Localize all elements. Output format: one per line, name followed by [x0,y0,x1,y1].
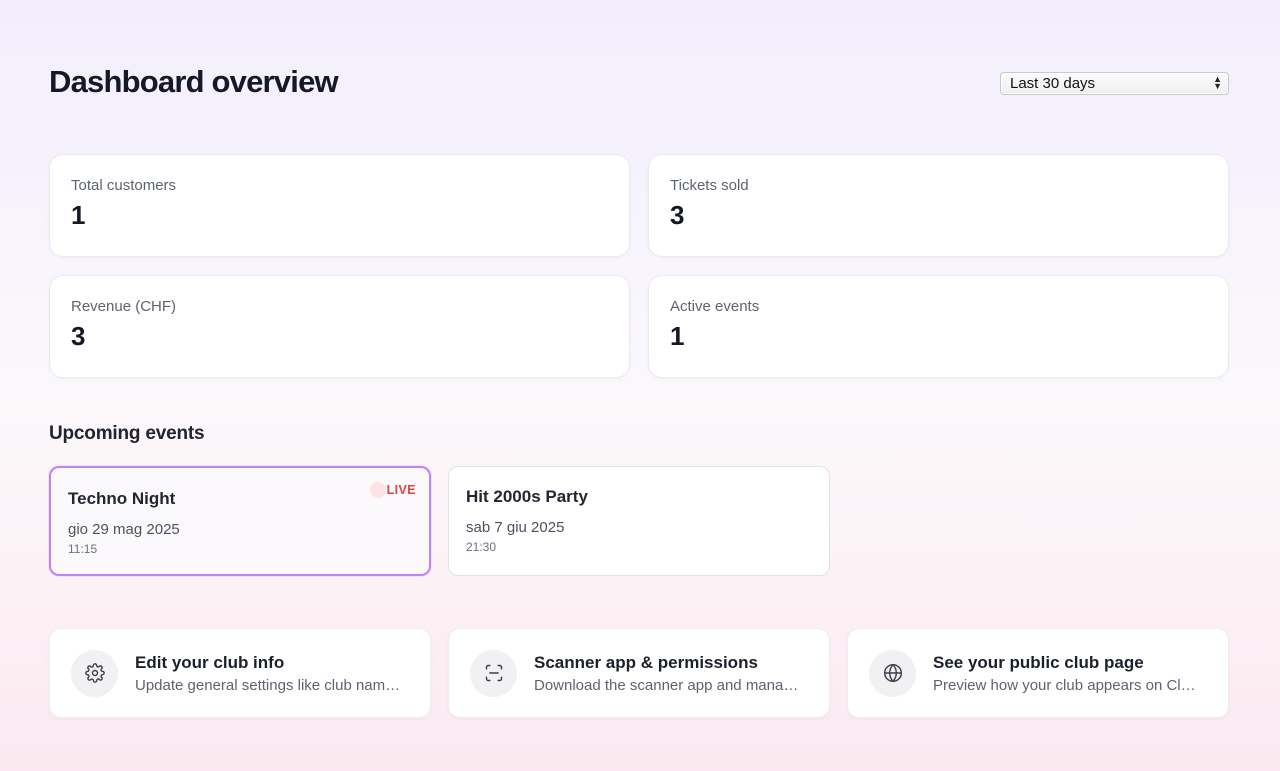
upcoming-events-title: Upcoming events [49,423,205,444]
event-time: 21:30 [466,540,497,554]
action-description: Update general settings like club name a… [135,676,405,694]
event-card-hit-2000s-party[interactable]: Hit 2000s Party sab 7 giu 2025 21:30 [448,466,830,576]
stat-card-total-customers: Total customers 1 [49,154,630,257]
stat-label: Total customers [71,177,177,194]
stat-value: 1 [71,200,86,230]
event-name: Hit 2000s Party [466,487,588,506]
action-title: Edit your club info [135,652,285,672]
event-time: 11:15 [68,542,98,556]
page-title: Dashboard overview [49,64,339,99]
action-description: Preview how your club appears on Clubs [933,676,1203,694]
live-badge-label: LIVE [386,483,416,497]
event-date: sab 7 giu 2025 [466,519,565,536]
stat-card-tickets-sold: Tickets sold 3 [648,154,1229,257]
stat-value: 3 [670,200,685,230]
stat-value: 1 [670,321,685,351]
action-title: See your public club page [933,652,1144,672]
scanner-app-card[interactable]: Scanner app & permissions Download the s… [448,628,830,718]
date-range-select[interactable]: Last 30 days ▲ ▼ [1000,72,1229,95]
live-dot-icon [369,482,386,498]
stat-value: 3 [71,321,86,351]
event-date: gio 29 mag 2025 [68,521,180,538]
edit-club-info-card[interactable]: Edit your club info Update general setti… [49,628,431,718]
stat-label: Revenue (CHF) [71,298,177,315]
stat-label: Active events [670,298,760,315]
event-card-techno-night[interactable]: LIVE Techno Night gio 29 mag 2025 11:15 [49,466,431,576]
globe-icon [869,649,916,697]
scan-icon [470,649,517,697]
public-club-page-card[interactable]: See your public club page Preview how yo… [847,628,1229,718]
event-name: Techno Night [68,489,176,508]
live-badge: LIVE [369,482,416,498]
date-range-value: Last 30 days [1010,75,1096,92]
gear-icon [71,649,118,697]
stat-card-revenue: Revenue (CHF) 3 [49,275,630,378]
select-arrows-icon: ▲ ▼ [1213,74,1222,91]
action-title: Scanner app & permissions [534,652,758,672]
stat-card-active-events: Active events 1 [648,275,1229,378]
action-description: Download the scanner app and manage perm… [534,676,804,694]
stat-label: Tickets sold [670,177,749,194]
